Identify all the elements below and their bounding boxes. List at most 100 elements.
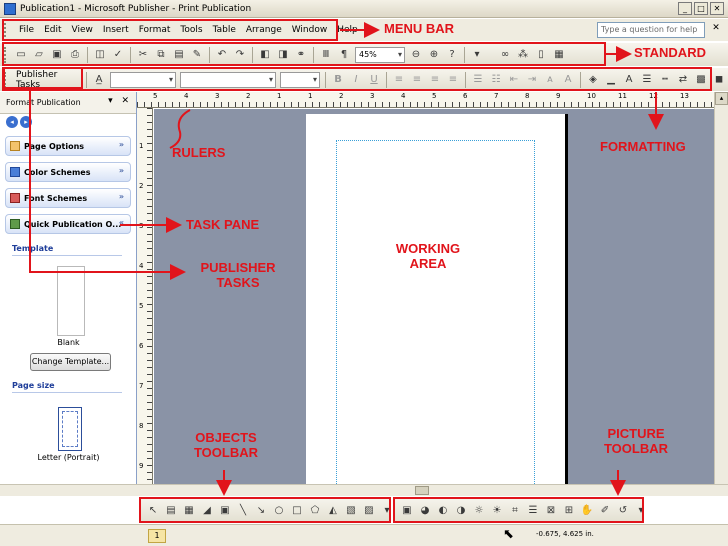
text-wrapping-icon[interactable]: ⊞ bbox=[562, 503, 576, 517]
section-font-schemes[interactable]: Font Schemes » bbox=[5, 188, 131, 208]
paste-icon[interactable]: ▤ bbox=[172, 48, 186, 62]
line-color-icon[interactable]: ▁ bbox=[604, 73, 618, 87]
insert-hyperlink-icon[interactable]: ⚭ bbox=[294, 48, 308, 62]
menu-file[interactable]: File bbox=[14, 25, 39, 35]
print-icon[interactable]: ⎙ bbox=[68, 48, 82, 62]
insert-picture-icon[interactable]: ▣ bbox=[400, 503, 414, 517]
copy-icon[interactable]: ⧉ bbox=[154, 48, 168, 62]
pilcrow-icon[interactable]: ¶ bbox=[337, 48, 351, 62]
format-picture-icon[interactable]: ✋ bbox=[580, 503, 594, 517]
dash-style-icon[interactable]: ┅ bbox=[658, 73, 672, 87]
zoom-select[interactable]: 45% bbox=[355, 46, 405, 63]
numbering-icon[interactable]: ☰ bbox=[471, 73, 485, 87]
menu-arrange[interactable]: Arrange bbox=[241, 25, 287, 35]
forward-icon[interactable]: ▸ bbox=[20, 116, 32, 128]
scroll-thumb[interactable] bbox=[415, 486, 429, 495]
align-right-icon[interactable]: ≡ bbox=[428, 73, 442, 87]
line-style-icon[interactable]: ☰ bbox=[526, 503, 540, 517]
spelling-icon[interactable]: ✓ bbox=[111, 48, 125, 62]
undo-icon[interactable]: ↶ bbox=[215, 48, 229, 62]
design-gallery-icon[interactable]: ▧ bbox=[344, 503, 358, 517]
crop-icon[interactable]: ⌗ bbox=[508, 503, 522, 517]
line-style-icon[interactable]: ☰ bbox=[640, 73, 654, 87]
cut-icon[interactable]: ✂ bbox=[136, 48, 150, 62]
maximize-button[interactable]: □ bbox=[694, 2, 708, 15]
vertical-ruler[interactable]: 1 2 3 4 5 6 7 8 9 bbox=[137, 108, 153, 490]
zoom-in-icon[interactable]: ⊕ bbox=[427, 48, 441, 62]
font-size-down-icon[interactable]: ᴀ bbox=[543, 73, 557, 87]
shadow-style-icon[interactable]: ▩ bbox=[694, 73, 708, 87]
style-select[interactable] bbox=[110, 71, 176, 88]
zoom-out-icon[interactable]: ⊖ bbox=[409, 48, 423, 62]
align-center-icon[interactable]: ≡ bbox=[410, 73, 424, 87]
menu-table[interactable]: Table bbox=[208, 25, 241, 35]
send-back-icon[interactable]: ◨ bbox=[276, 48, 290, 62]
font-size-select[interactable] bbox=[280, 71, 320, 88]
color-icon[interactable]: ◕ bbox=[418, 503, 432, 517]
bullets-icon[interactable]: ☷ bbox=[489, 73, 503, 87]
back-icon[interactable]: ◂ bbox=[6, 116, 18, 128]
web-tools-icon[interactable]: ▨ bbox=[362, 503, 376, 517]
redo-icon[interactable]: ↷ bbox=[233, 48, 247, 62]
less-brightness-icon[interactable]: ☀ bbox=[490, 503, 504, 517]
increase-indent-icon[interactable]: ⇥ bbox=[525, 73, 539, 87]
new-icon[interactable]: ▭ bbox=[14, 48, 28, 62]
menu-window[interactable]: Window bbox=[287, 25, 333, 35]
menu-tools[interactable]: Tools bbox=[175, 25, 207, 35]
section-page-options[interactable]: Page Options » bbox=[5, 136, 131, 156]
font-size-up-icon[interactable]: A bbox=[561, 73, 575, 87]
task-pane-controls[interactable]: ▾ ✕ bbox=[108, 96, 132, 106]
autoshapes-icon[interactable]: ⬠ bbox=[308, 503, 322, 517]
text-box-icon[interactable]: ▤ bbox=[164, 503, 178, 517]
oval-icon[interactable]: ○ bbox=[272, 503, 286, 517]
font-select[interactable] bbox=[180, 71, 276, 88]
styles-icon[interactable]: A̲ bbox=[92, 73, 106, 87]
align-left-icon[interactable]: ≡ bbox=[392, 73, 406, 87]
less-contrast-icon[interactable]: ◑ bbox=[454, 503, 468, 517]
page-icon[interactable]: ▯ bbox=[534, 48, 548, 62]
close-button[interactable]: ✕ bbox=[710, 2, 724, 15]
page-size-thumbnail[interactable] bbox=[58, 407, 82, 451]
select-objects-icon[interactable]: ↖ bbox=[146, 503, 160, 517]
picture-frame-icon[interactable]: ▣ bbox=[218, 503, 232, 517]
notes-icon[interactable]: ▦ bbox=[552, 48, 566, 62]
toolbar-grip-handle[interactable] bbox=[4, 71, 8, 88]
link-icon[interactable]: ∞ bbox=[498, 48, 512, 62]
hot-spot-icon[interactable]: ◭ bbox=[326, 503, 340, 517]
underline-button[interactable]: U bbox=[367, 73, 381, 87]
minimize-button[interactable]: _ bbox=[678, 2, 692, 15]
print-preview-icon[interactable]: ◫ bbox=[93, 48, 107, 62]
scroll-up-icon[interactable]: ▴ bbox=[715, 92, 728, 105]
horizontal-ruler[interactable]: 5 4 3 2 1 1 2 3 4 5 6 7 8 9 10 11 12 13 bbox=[137, 92, 714, 108]
close-document-icon[interactable]: ✕ bbox=[710, 23, 722, 35]
page-number-button[interactable]: 1 bbox=[148, 529, 166, 543]
line-icon[interactable]: ╲ bbox=[236, 503, 250, 517]
menu-edit[interactable]: Edit bbox=[39, 25, 66, 35]
menu-format[interactable]: Format bbox=[134, 25, 176, 35]
toolbar-grip-handle[interactable] bbox=[4, 46, 8, 63]
more-contrast-icon[interactable]: ◐ bbox=[436, 503, 450, 517]
3d-style-icon[interactable]: ◼ bbox=[712, 73, 726, 87]
rectangle-icon[interactable]: □ bbox=[290, 503, 304, 517]
toolbar-options-icon[interactable]: ▾ bbox=[634, 503, 648, 517]
arrow-icon[interactable]: ↘ bbox=[254, 503, 268, 517]
bring-front-icon[interactable]: ◧ bbox=[258, 48, 272, 62]
arrow-style-icon[interactable]: ⇄ bbox=[676, 73, 690, 87]
template-thumbnail[interactable] bbox=[57, 266, 85, 336]
help-icon[interactable]: ? bbox=[445, 48, 459, 62]
italic-button[interactable]: I bbox=[349, 73, 363, 87]
decrease-indent-icon[interactable]: ⇤ bbox=[507, 73, 521, 87]
reset-picture-icon[interactable]: ↺ bbox=[616, 503, 630, 517]
ask-question-input[interactable]: Type a question for help bbox=[597, 22, 705, 38]
toolbar-options-icon[interactable]: ▾ bbox=[470, 48, 484, 62]
vertical-scrollbar[interactable]: ▴ bbox=[714, 92, 728, 490]
research-icon[interactable]: ⁂ bbox=[516, 48, 530, 62]
justify-icon[interactable]: ≡ bbox=[446, 73, 460, 87]
fill-color-icon[interactable]: ◈ bbox=[586, 73, 600, 87]
menu-grip-handle[interactable] bbox=[4, 23, 8, 37]
change-template-button[interactable]: Change Template... bbox=[30, 353, 111, 371]
insert-table-icon[interactable]: ▦ bbox=[182, 503, 196, 517]
save-icon[interactable]: ▣ bbox=[50, 48, 64, 62]
font-color-icon[interactable]: A bbox=[622, 73, 636, 87]
format-painter-icon[interactable]: ✎ bbox=[190, 48, 204, 62]
